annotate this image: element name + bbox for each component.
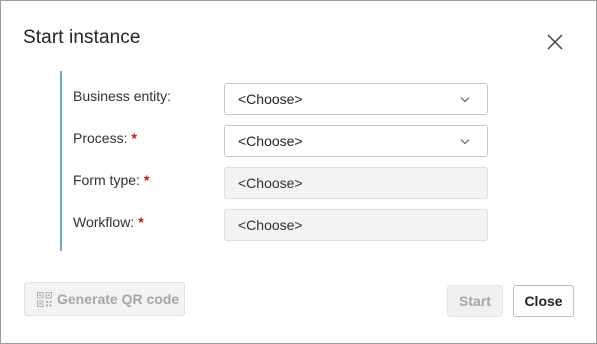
chevron-down-icon [460,139,470,145]
close-icon[interactable] [544,31,566,53]
chevron-down-icon [460,97,470,103]
form-type-row: Form type: * <Choose> [62,167,502,199]
workflow-label-text: Workflow: [73,214,135,230]
process-dropdown[interactable]: <Choose> [224,125,488,157]
required-marker: * [138,214,144,230]
required-marker: * [131,130,137,146]
process-label-text: Process: [73,130,128,146]
process-value: <Choose> [238,133,303,149]
required-marker: * [143,172,150,188]
form-section: Business entity: <Choose> Process: * <Cho… [60,71,502,251]
business-entity-label: Business entity: [73,83,171,115]
process-row: Process: * <Choose> [62,125,502,157]
workflow-label: Workflow: * [73,209,144,241]
generate-qr-code-button[interactable]: Generate QR code [24,282,185,316]
form-type-label: Form type: * [73,167,149,199]
qr-code-icon [37,292,52,307]
start-instance-dialog: Start instance Business entity: <Choose>… [0,0,597,344]
generate-qr-code-label: Generate QR code [57,291,180,307]
business-entity-label-text: Business entity: [73,88,172,104]
form-type-label-text: Form type: [73,172,140,188]
workflow-field: <Choose> [224,209,488,241]
workflow-row: Workflow: * <Choose> [62,209,502,241]
workflow-value: <Choose> [238,217,303,233]
form-type-field: <Choose> [224,167,488,199]
business-entity-dropdown[interactable]: <Choose> [224,83,488,115]
business-entity-row: Business entity: <Choose> [62,83,502,115]
dialog-title: Start instance [23,27,141,48]
business-entity-value: <Choose> [238,91,303,107]
close-button[interactable]: Close [513,285,574,317]
form-type-value: <Choose> [238,175,303,191]
start-button[interactable]: Start [447,285,503,317]
process-label: Process: * [73,125,137,157]
